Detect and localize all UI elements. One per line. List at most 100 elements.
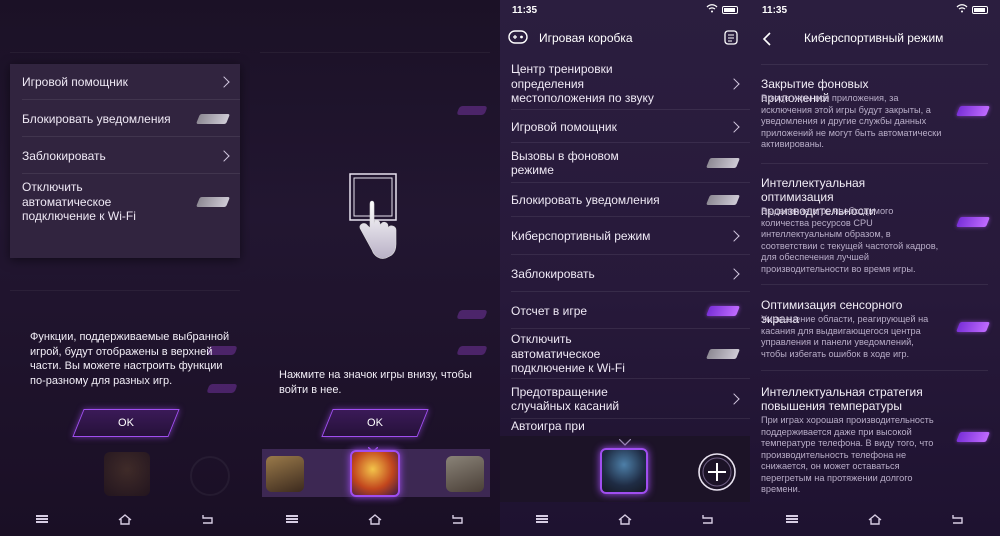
return-icon[interactable] bbox=[450, 512, 466, 526]
system-nav-bar bbox=[500, 502, 750, 536]
row-label: Киберспортивный режим bbox=[511, 229, 651, 243]
popup-row-block-notifications[interactable]: Блокировать уведомления bbox=[22, 100, 240, 137]
game-icon-pubg-small[interactable] bbox=[266, 456, 304, 492]
chevron-right-icon bbox=[218, 149, 230, 162]
status-time: 11:35 bbox=[512, 4, 538, 16]
ghost-divider bbox=[10, 290, 240, 291]
system-nav-bar bbox=[750, 502, 1000, 536]
return-icon[interactable] bbox=[200, 512, 216, 526]
game-assistant-popup: Игровой помощник Блокировать уведомления… bbox=[10, 64, 240, 258]
chevron-right-icon bbox=[728, 78, 740, 90]
popup-row-disable-wifi[interactable]: Отключить автоматическое подключение к W… bbox=[22, 174, 231, 230]
popup-row-label: Заблокировать bbox=[22, 148, 106, 163]
row-label: Автоигра при bbox=[511, 419, 585, 433]
row-sound-training[interactable]: Центр тренировки определения местоположе… bbox=[511, 58, 750, 110]
toggle-switch[interactable] bbox=[955, 217, 991, 227]
ok-button[interactable]: OK bbox=[327, 409, 423, 437]
ok-button[interactable]: OK bbox=[78, 409, 174, 437]
chevron-right-icon bbox=[728, 267, 740, 280]
toggle-switch[interactable] bbox=[955, 106, 991, 116]
menu-icon[interactable] bbox=[534, 512, 550, 526]
home-icon[interactable] bbox=[617, 512, 633, 526]
toggle-switch[interactable] bbox=[705, 349, 741, 359]
page-title: Киберспортивный режим bbox=[804, 31, 944, 45]
row-label: Отсчет в игре bbox=[511, 303, 588, 318]
section-title: Интеллектуальная стратегия повышения тем… bbox=[761, 385, 923, 413]
row-label: Вызовы в фоновом режиме bbox=[511, 148, 619, 178]
toggle-switch[interactable] bbox=[955, 322, 991, 332]
gamepad-icon[interactable] bbox=[508, 30, 528, 49]
popup-row-label: Игровой помощник bbox=[22, 75, 128, 89]
status-bar: 11:35 bbox=[750, 0, 1000, 20]
popup-row-label: Отключить автоматическое подключение к W… bbox=[22, 180, 136, 224]
row-label: Заблокировать bbox=[511, 266, 595, 281]
row-game-assistant[interactable]: Игровой помощник bbox=[511, 110, 750, 143]
status-time: 11:35 bbox=[762, 4, 788, 16]
row-label: Блокировать уведомления bbox=[511, 193, 660, 207]
tap-hint-text: Нажмите на значок игры внизу, чтобы войт… bbox=[279, 369, 472, 396]
page-title: Игровая коробка bbox=[539, 31, 633, 45]
toggle-switch[interactable] bbox=[955, 432, 991, 442]
dimmed-game-thumbnail bbox=[104, 452, 150, 496]
row-label: Предотвращение случайных касаний bbox=[511, 384, 620, 414]
status-bar: 11:35 bbox=[500, 0, 750, 20]
popup-row-game-assistant[interactable]: Игровой помощник bbox=[22, 64, 240, 100]
arrow-down-icon bbox=[618, 433, 632, 446]
chevron-right-icon bbox=[728, 230, 740, 242]
section-description: При играх хорошая производительность под… bbox=[761, 415, 934, 494]
row-lock[interactable]: Заблокировать bbox=[511, 255, 750, 292]
section-description: Выделение игре необходимого количества р… bbox=[761, 206, 939, 274]
menu-icon[interactable] bbox=[284, 512, 300, 526]
game-icon-selected[interactable] bbox=[350, 450, 400, 497]
row-label: Центр тренировки определения местоположе… bbox=[511, 62, 654, 106]
row-background-calls[interactable]: Вызовы в фоновом режиме bbox=[511, 143, 750, 183]
toggle-switch[interactable] bbox=[195, 113, 231, 124]
row-label: Игровой помощник bbox=[511, 119, 617, 134]
chevron-right-icon bbox=[218, 76, 230, 88]
toggle-switch[interactable] bbox=[705, 305, 741, 316]
toggle-switch[interactable] bbox=[195, 197, 231, 207]
home-icon[interactable] bbox=[117, 512, 133, 526]
menu-icon[interactable] bbox=[784, 512, 800, 526]
popup-row-lock[interactable]: Заблокировать bbox=[22, 137, 240, 174]
game-icon-other[interactable] bbox=[446, 456, 484, 492]
section-description: В ходе игры все приложения, за исключени… bbox=[761, 93, 942, 149]
toggle-switch[interactable] bbox=[705, 195, 741, 205]
panel-esports-mode: 11:35 Киберспортивный режим Закрытие фон… bbox=[750, 0, 1000, 536]
system-nav-bar bbox=[250, 502, 500, 536]
chevron-right-icon bbox=[728, 120, 740, 133]
battery-icon bbox=[722, 6, 738, 14]
home-icon[interactable] bbox=[867, 512, 883, 526]
panel-tap-game-onboarding: Нажмите на значок игры внизу, чтобы войт… bbox=[250, 0, 500, 536]
top-bar: Игровая коробка bbox=[500, 22, 750, 54]
return-icon[interactable] bbox=[950, 512, 966, 526]
ghost-toggle bbox=[456, 310, 488, 319]
dimmed-add-button bbox=[190, 456, 230, 496]
system-nav-bar bbox=[0, 502, 250, 536]
menu-icon[interactable] bbox=[34, 512, 50, 526]
row-label: Отключить автоматическое подключение к W… bbox=[511, 332, 625, 376]
plus-icon[interactable] bbox=[697, 452, 737, 497]
row-block-notifications[interactable]: Блокировать уведомления bbox=[511, 183, 750, 217]
chevron-right-icon bbox=[728, 393, 740, 405]
game-icon-pubg[interactable] bbox=[600, 448, 648, 494]
ghost-divider bbox=[10, 52, 240, 53]
feature-hint-text: Функции, поддерживаемые выбранной игрой,… bbox=[30, 331, 230, 387]
top-bar: Киберспортивный режим bbox=[750, 22, 1000, 54]
back-icon[interactable] bbox=[762, 32, 772, 51]
row-in-game-countdown[interactable]: Отсчет в игре bbox=[511, 292, 750, 329]
toggle-switch[interactable] bbox=[705, 158, 741, 168]
battery-icon bbox=[972, 6, 988, 14]
row-disable-wifi[interactable]: Отключить автоматическое подключение к W… bbox=[511, 329, 750, 379]
wifi-icon bbox=[706, 4, 718, 16]
row-esports-mode[interactable]: Киберспортивный режим bbox=[511, 217, 750, 255]
panel-game-box: 11:35 Игровая коробка Центр тренировки о… bbox=[500, 0, 750, 536]
panel-game-assistant-onboarding: Игровой помощник Блокировать уведомления… bbox=[0, 0, 250, 536]
home-icon[interactable] bbox=[367, 512, 383, 526]
ghost-toggle bbox=[456, 106, 488, 115]
hand-tap-icon bbox=[346, 170, 402, 270]
row-accidental-touch[interactable]: Предотвращение случайных касаний bbox=[511, 379, 750, 419]
section-description: Уменьшение области, реагирующей на касан… bbox=[761, 314, 929, 359]
return-icon[interactable] bbox=[700, 512, 716, 526]
notepad-icon[interactable] bbox=[724, 30, 738, 50]
